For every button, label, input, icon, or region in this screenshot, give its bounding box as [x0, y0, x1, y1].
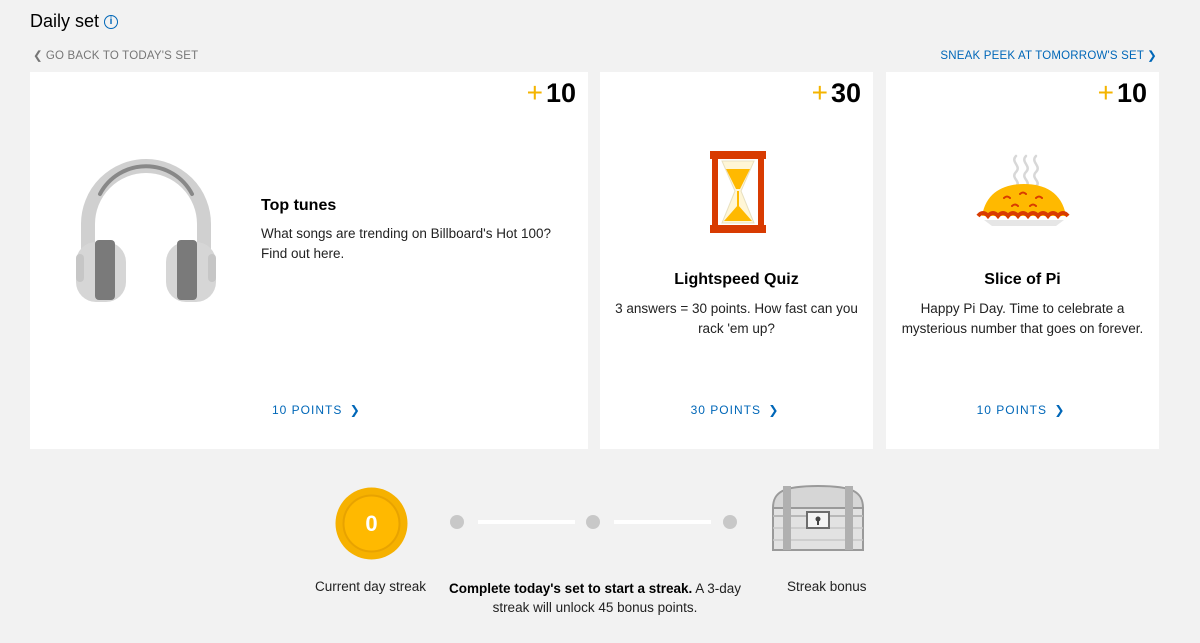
chevron-left-icon: ❮ — [33, 50, 43, 62]
current-streak-label: Current day streak — [315, 579, 427, 594]
page-title: Daily set — [30, 11, 100, 31]
chevron-right-icon: ❯ — [1054, 403, 1066, 417]
points-value: 30 — [830, 77, 861, 108]
card-points-label: 30 POINTS — [690, 403, 761, 417]
card-title: Slice of Pi — [984, 271, 1061, 288]
card-title: Top tunes — [261, 197, 337, 214]
go-back-link[interactable]: ❮ GO BACK TO TODAY'S SET — [30, 48, 198, 62]
card-points-label: 10 POINTS — [976, 403, 1047, 417]
info-icon[interactable]: i — [104, 14, 119, 29]
current-streak-value: 0 — [365, 511, 378, 536]
points-value: 10 — [545, 77, 576, 108]
card-lightspeed-quiz[interactable]: + 30 Lightspeed Quiz 3 answers = 30 poin… — [600, 72, 873, 449]
treasure-chest-icon — [769, 484, 867, 557]
streak-dot — [586, 515, 600, 529]
card-title: Lightspeed Quiz — [674, 271, 799, 288]
card-points-link[interactable]: 10 POINTS ❯ — [886, 403, 1159, 417]
card-top-tunes[interactable]: + 10 Top tunes What songs are trending o… — [30, 72, 588, 449]
page-title-row: Daily set i — [30, 11, 119, 32]
chevron-right-icon: ❯ — [768, 403, 780, 417]
streak-dot — [450, 515, 464, 529]
hourglass-icon — [708, 149, 768, 240]
points-badge: + 30 — [812, 77, 861, 109]
streak-message: Complete today's set to start a streak. … — [445, 579, 745, 617]
card-slice-of-pi[interactable]: + 10 Slice of Pi Happy Pi Day. Time to c… — [886, 72, 1159, 449]
sneak-peek-link[interactable]: SNEAK PEEK AT TOMORROW'S SET ❯ — [940, 48, 1160, 62]
plus-sign: + — [1097, 77, 1114, 108]
card-description: Happy Pi Day. Time to celebrate a myster… — [901, 301, 1144, 336]
pie-icon — [976, 154, 1072, 239]
plus-sign: + — [811, 77, 828, 108]
headphones-icon — [72, 154, 220, 309]
card-points-link[interactable]: 10 POINTS ❯ — [272, 403, 364, 417]
sneak-peek-label: SNEAK PEEK AT TOMORROW'S SET — [940, 50, 1145, 62]
points-value: 10 — [1116, 77, 1147, 108]
card-description: What songs are trending on Billboard's H… — [261, 226, 551, 261]
streak-dot — [723, 515, 737, 529]
card-points-label: 10 POINTS — [272, 403, 343, 417]
go-back-label: GO BACK TO TODAY'S SET — [45, 50, 199, 62]
points-badge: + 10 — [527, 77, 576, 109]
streak-message-bold: Complete today's set to start a streak. — [448, 581, 693, 596]
streak-progress-bar — [478, 520, 575, 524]
points-badge: + 10 — [1098, 77, 1147, 109]
streak-bonus-label: Streak bonus — [787, 579, 867, 594]
chevron-right-icon: ❯ — [349, 403, 361, 417]
card-description: 3 answers = 30 points. How fast can you … — [615, 301, 858, 336]
card-points-link[interactable]: 30 POINTS ❯ — [600, 403, 873, 417]
plus-sign: + — [526, 77, 543, 108]
streak-progress-bar — [614, 520, 711, 524]
chevron-right-icon: ❯ — [1147, 50, 1157, 62]
